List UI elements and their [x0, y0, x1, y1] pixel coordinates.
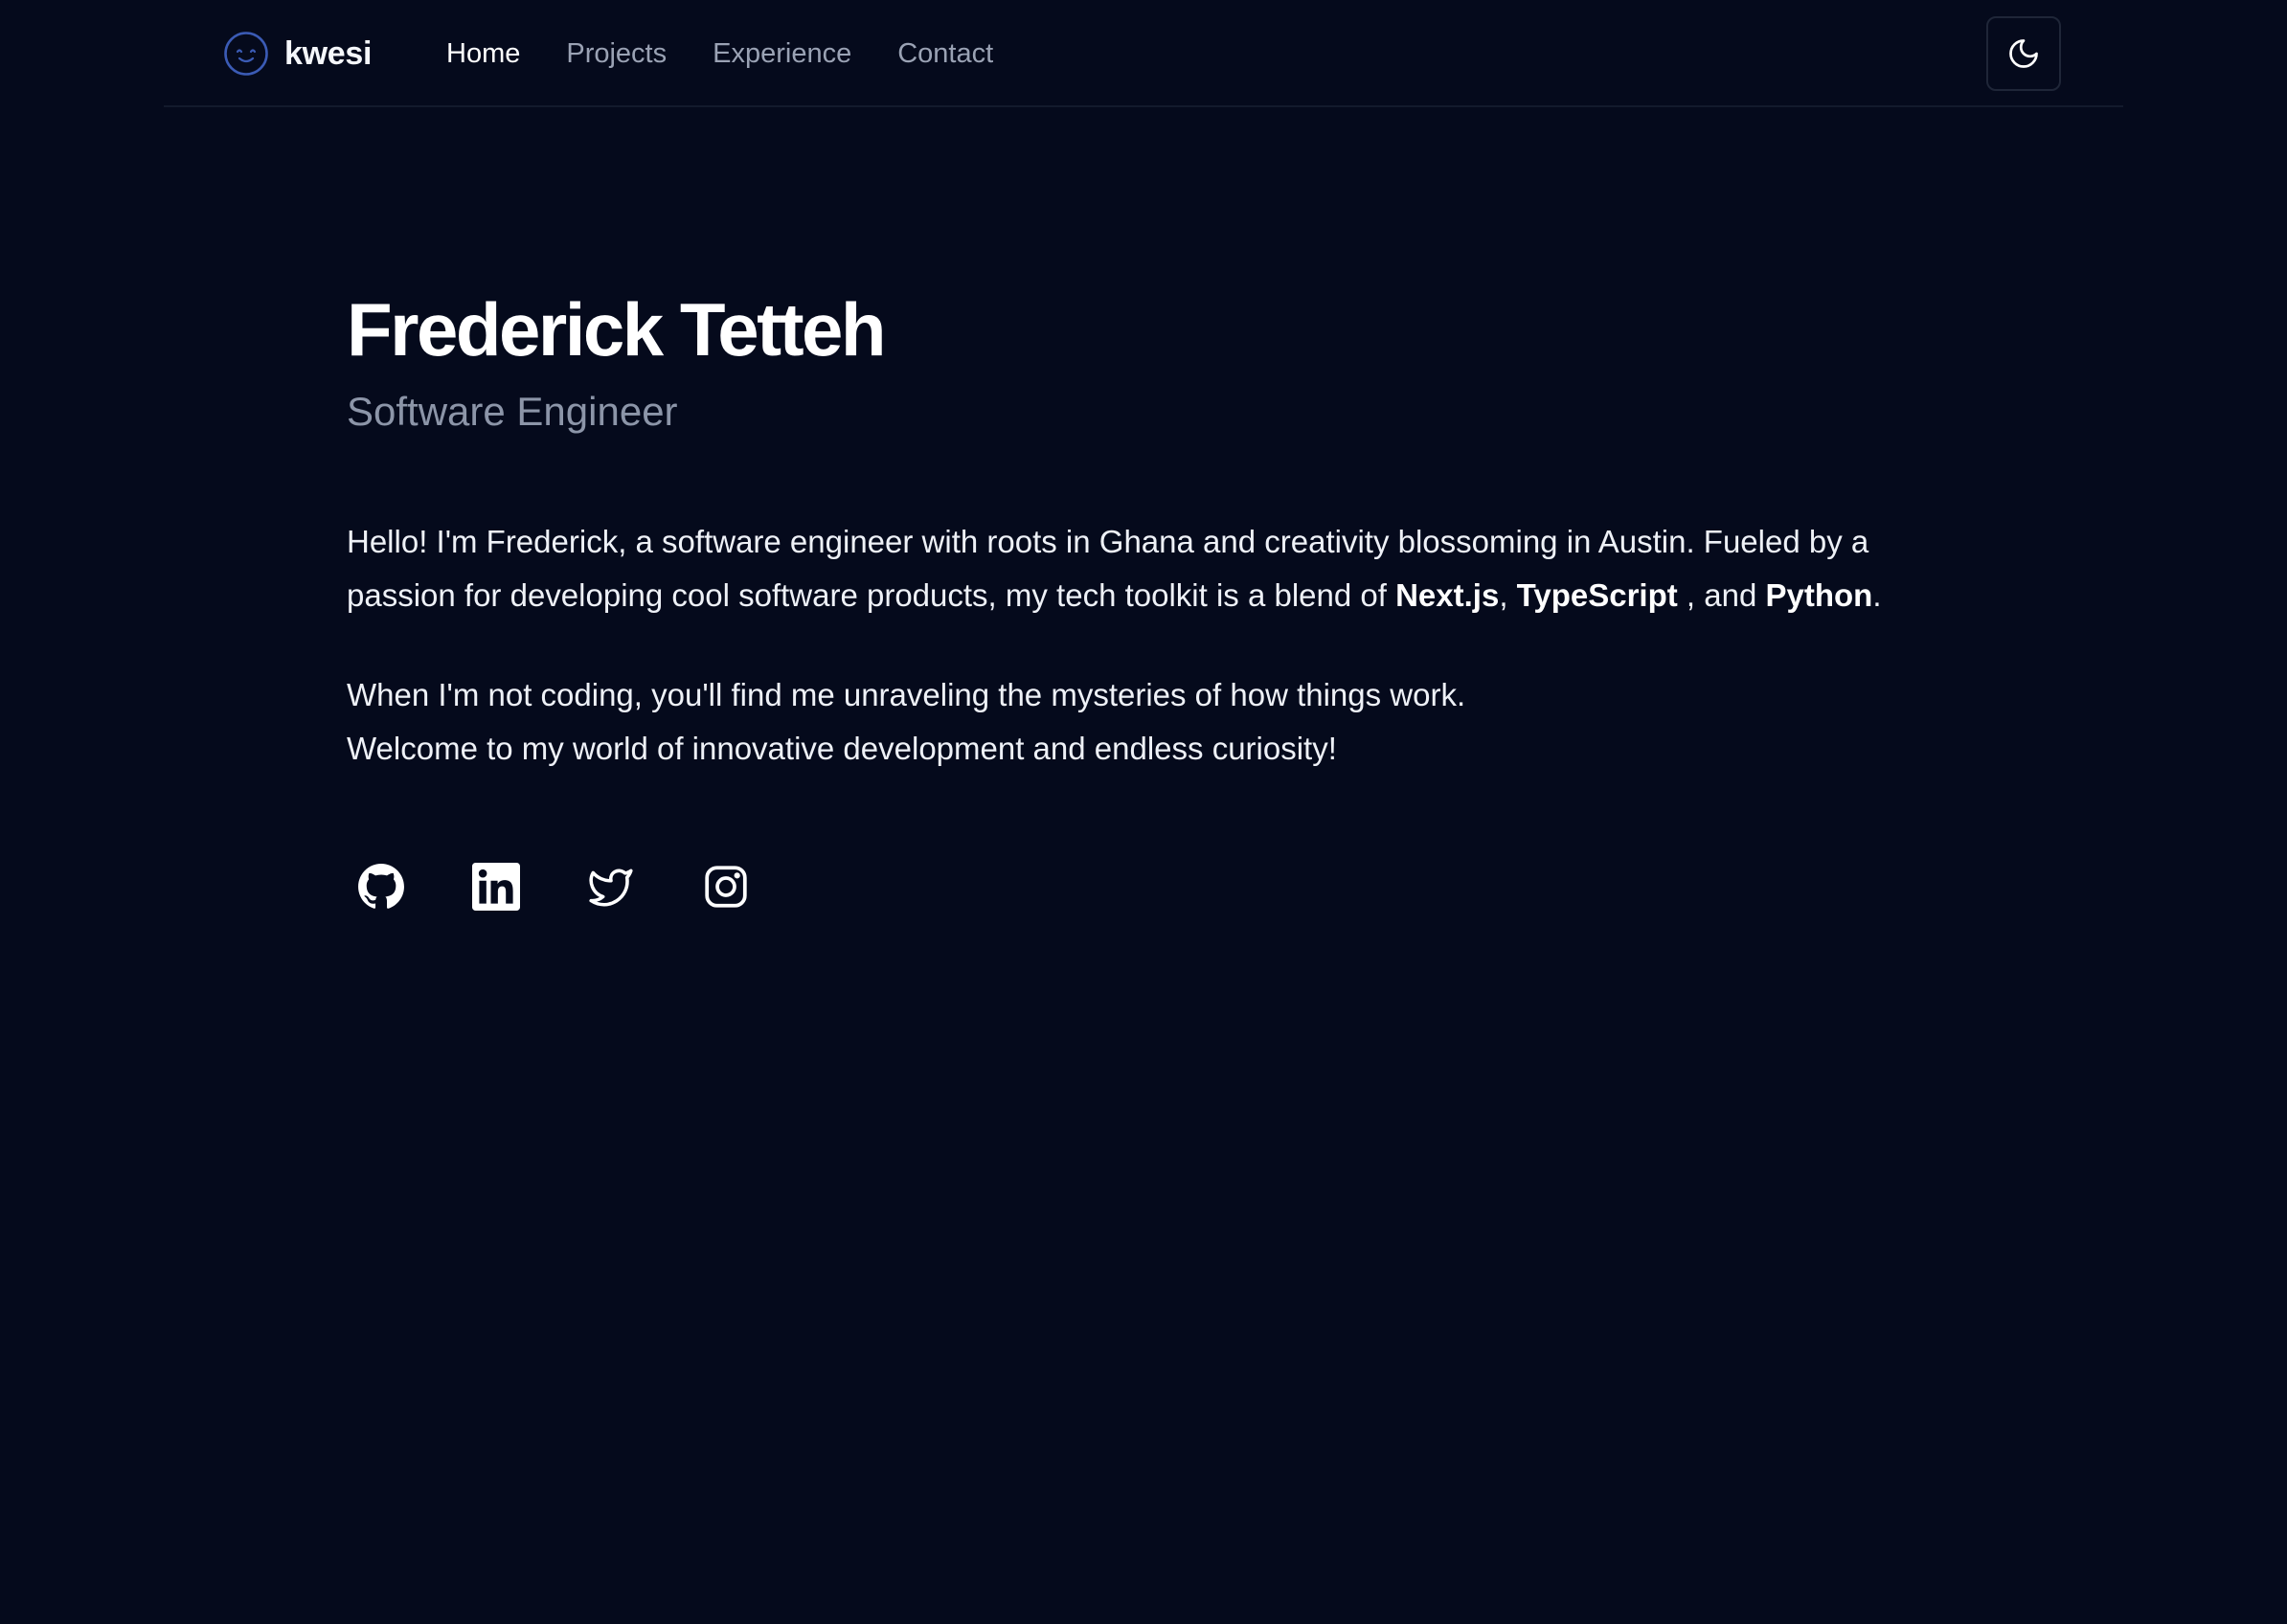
- moon-icon: [2009, 39, 2038, 68]
- instagram-icon: [705, 866, 747, 908]
- tech-nextjs: Next.js: [1395, 577, 1500, 613]
- github-icon: [358, 864, 404, 909]
- logo-link[interactable]: kwesi: [223, 31, 372, 77]
- page-title: Frederick Tetteh: [347, 287, 887, 372]
- tech-python: Python: [1765, 577, 1873, 613]
- smiley-face-icon: [224, 32, 268, 76]
- theme-toggle-button[interactable]: [1986, 16, 2061, 91]
- main-nav: Home Projects Experience Contact: [446, 31, 1039, 77]
- twitter-icon: [589, 868, 633, 907]
- linkedin-link[interactable]: [471, 862, 521, 912]
- twitter-link[interactable]: [586, 862, 636, 912]
- separator: , and: [1677, 577, 1766, 613]
- period: .: [1872, 577, 1882, 613]
- linkedin-icon: [472, 863, 520, 911]
- social-links: [356, 862, 816, 912]
- nav-projects[interactable]: Projects: [566, 38, 667, 70]
- nav-home[interactable]: Home: [446, 38, 520, 70]
- subtitle-role: Software Engineer: [347, 389, 678, 434]
- page: kwesi Home Projects Experience Contact F…: [0, 0, 2287, 1624]
- nav-experience[interactable]: Experience: [713, 38, 851, 70]
- about-paragraph-1: Hello! I'm Frederick, a software enginee…: [347, 515, 1956, 622]
- tech-typescript: TypeScript: [1516, 577, 1678, 613]
- about-paragraph-2: When I'm not coding, you'll find me unra…: [347, 677, 1466, 766]
- nav-contact[interactable]: Contact: [897, 38, 993, 70]
- separator: ,: [1499, 577, 1517, 613]
- site-header: kwesi Home Projects Experience Contact: [164, 0, 2123, 107]
- logo-text: kwesi: [284, 34, 373, 72]
- instagram-link[interactable]: [701, 862, 751, 912]
- github-link[interactable]: [356, 862, 406, 912]
